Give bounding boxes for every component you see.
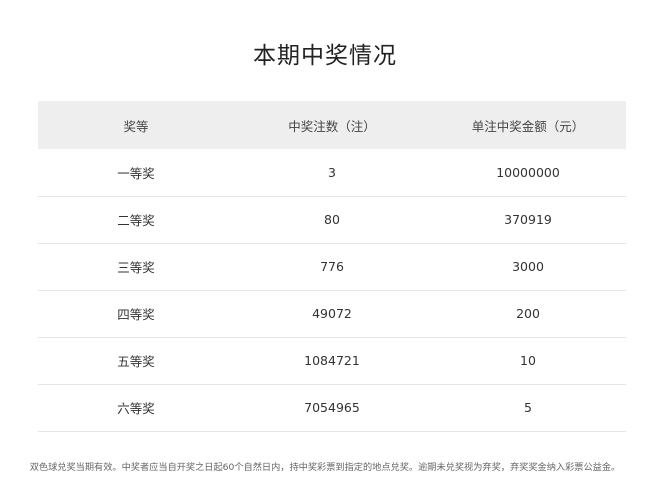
column-header-prize-amount: 单注中奖金额（元） — [471, 118, 585, 134]
prize-level-cell: 四等奖 — [117, 307, 155, 322]
winner-count-cell: 80 — [324, 212, 340, 227]
winner-count-cell: 776 — [320, 259, 344, 274]
prize-amount-cell: 10000000 — [496, 164, 560, 180]
winner-count-cell: 49072 — [312, 306, 352, 321]
prize-amount-cell: 3000 — [512, 259, 544, 274]
table-row: 五等奖 1084721 10 — [38, 337, 626, 384]
table-row: 一等奖 3 10000000 — [38, 149, 626, 196]
prize-amount-cell: 370919 — [504, 212, 552, 227]
prize-amount-cell: 200 — [516, 306, 540, 321]
table-row: 六等奖 7054965 5 — [38, 384, 626, 431]
redemption-notice: 双色球兑奖当期有效。中奖者应当自开奖之日起60个自然日内，持中奖彩票到指定的地点… — [29, 462, 621, 473]
prize-results-table: 奖等 中奖注数（注） 单注中奖金额（元） 一等奖 3 10000000 二等奖 … — [38, 101, 626, 432]
prize-amount-cell: 10 — [520, 353, 536, 368]
winner-count-cell: 7054965 — [304, 400, 360, 415]
winner-count-cell: 1084721 — [304, 353, 360, 368]
table-row: 二等奖 80 370919 — [38, 196, 626, 243]
prize-level-cell: 二等奖 — [117, 213, 155, 228]
prize-level-cell: 六等奖 — [117, 401, 155, 416]
table-row: 四等奖 49072 200 — [38, 290, 626, 337]
prize-level-cell: 五等奖 — [117, 354, 155, 369]
column-header-winner-count: 中奖注数（注） — [288, 118, 376, 134]
prize-level-cell: 一等奖 — [117, 165, 155, 181]
winner-count-cell: 3 — [328, 164, 336, 180]
prize-level-cell: 三等奖 — [117, 260, 155, 275]
prize-amount-cell: 5 — [524, 400, 532, 415]
table-header-row: 奖等 中奖注数（注） 单注中奖金额（元） — [38, 101, 626, 149]
page-title: 本期中奖情况 — [253, 43, 397, 69]
table-row: 三等奖 776 3000 — [38, 243, 626, 290]
column-header-prize-level: 奖等 — [123, 118, 149, 134]
